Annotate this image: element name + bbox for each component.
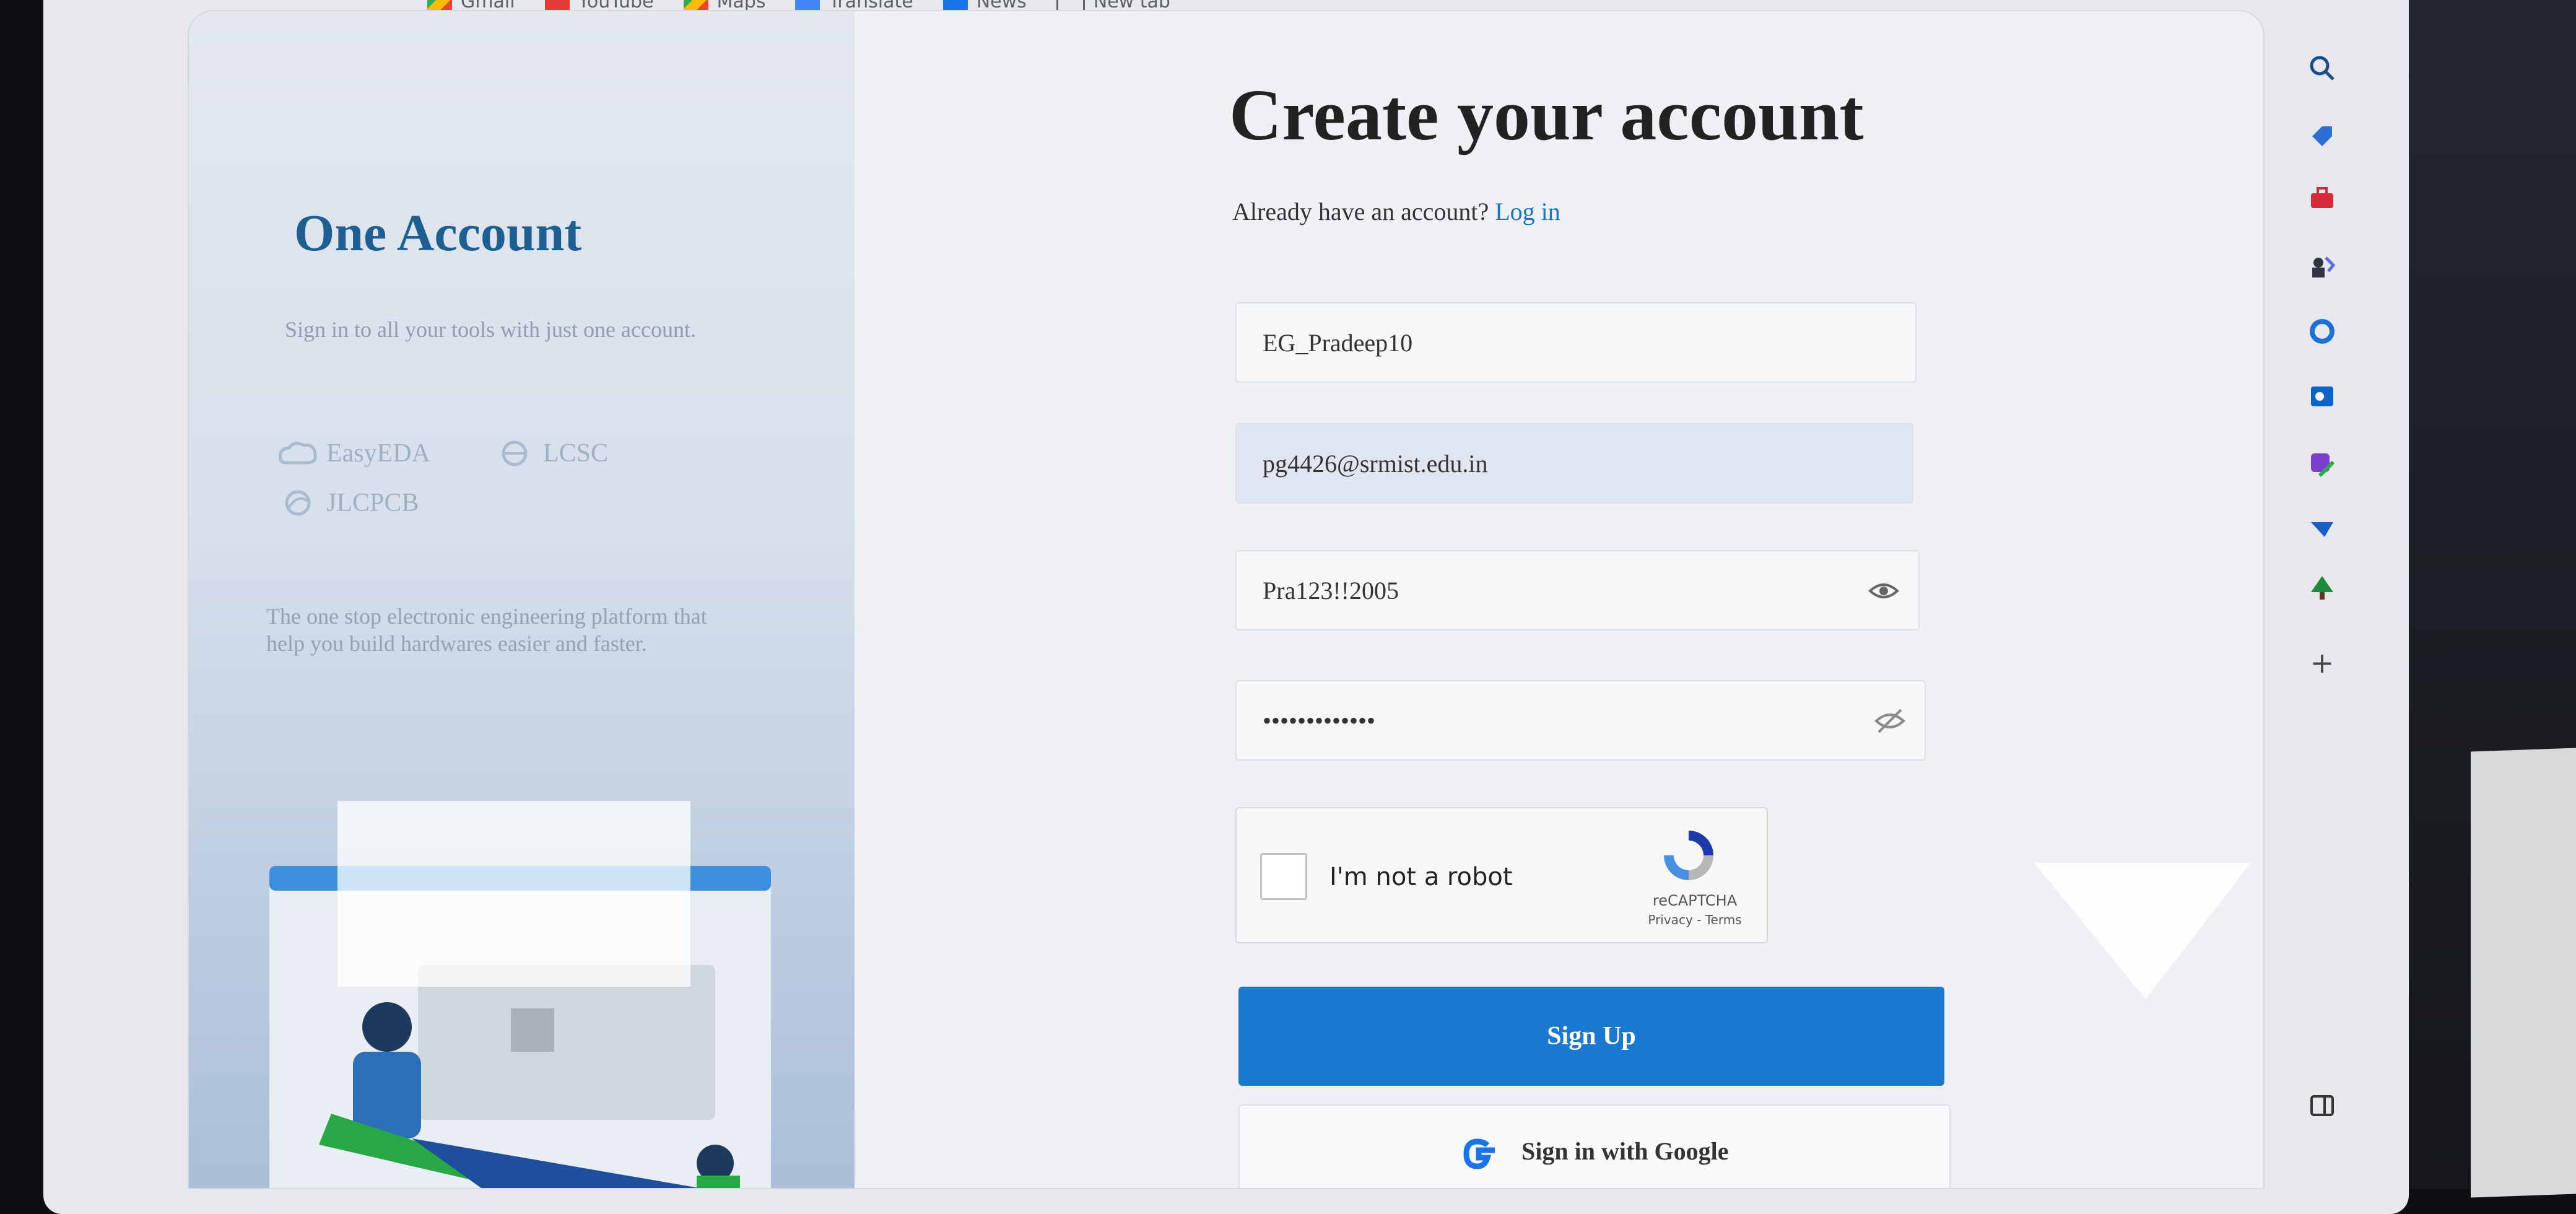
google-signin-label: Sign in with Google [1521, 1137, 1729, 1165]
bookmark-label: News [976, 0, 1027, 12]
google-icon [1463, 1138, 1495, 1169]
tool-label: LCSC [543, 439, 609, 468]
tool-jlcpcb: JLCPCB [276, 488, 419, 518]
bookmark-label: YouTube [578, 0, 654, 12]
email-value: pg4426@srmist.edu.in [1263, 449, 1488, 478]
bookmark-label: New tab [1093, 0, 1170, 12]
login-prompt-text: Already have an account? [1232, 198, 1489, 225]
maps-icon [683, 0, 708, 12]
email-field[interactable]: pg4426@srmist.edu.in [1235, 423, 1913, 504]
send-icon[interactable] [2304, 511, 2341, 548]
tool-label: EasyEDA [326, 439, 430, 468]
recaptcha-icon [1664, 831, 1713, 880]
password-value: Pra123!!2005 [1263, 576, 1399, 605]
eye-off-icon[interactable] [1874, 705, 1906, 737]
jlcpcb-icon [285, 490, 311, 516]
news-icon [942, 0, 968, 12]
screen-glare [2034, 863, 2251, 999]
confirm-password-value: ••••••••••••• [1263, 706, 1376, 735]
bookmark-news[interactable]: News [942, 0, 1027, 12]
brand-subtitle: Sign in to all your tools with just one … [285, 317, 696, 342]
page-title: Create your account [1229, 74, 1864, 155]
recaptcha-label: I'm not a robot [1329, 863, 1513, 891]
signup-page: One Account Sign in to all your tools wi… [189, 11, 2263, 1188]
confirm-password-field[interactable]: ••••••••••••• [1235, 680, 1926, 761]
bookmark-label: Maps [716, 0, 766, 12]
recaptcha-checkbox[interactable] [1260, 853, 1307, 900]
screen-glare [337, 801, 690, 987]
login-prompt: Already have an account? Log in [1232, 197, 1560, 226]
brand-panel: One Account Sign in to all your tools wi… [189, 11, 855, 1188]
add-icon[interactable]: + [2304, 644, 2341, 681]
copilot-icon[interactable] [2304, 313, 2341, 350]
chess-icon[interactable] [2304, 248, 2341, 285]
google-signin-button[interactable]: Sign in with Google [1238, 1104, 1951, 1188]
gmail-icon [427, 0, 452, 12]
browser-window: Gmail YouTube Maps Translate News New ta… [43, 0, 2409, 1214]
eye-icon[interactable] [1868, 575, 1900, 607]
bookmark-maps[interactable]: Maps [683, 0, 766, 12]
translate-icon [795, 0, 820, 12]
sign-up-button[interactable]: Sign Up [1238, 987, 1944, 1086]
search-icon[interactable] [2304, 50, 2341, 87]
login-link[interactable]: Log in [1495, 198, 1560, 225]
lcsc-icon [502, 440, 528, 466]
bookmark-translate[interactable]: Translate [795, 0, 913, 12]
recaptcha-links[interactable]: Privacy - Terms [1642, 912, 1747, 927]
tool-lcsc: LCSC [492, 439, 608, 468]
browser-sidebar: + [2285, 0, 2434, 1171]
recaptcha-brand: reCAPTCHA [1652, 892, 1738, 909]
outlook-icon[interactable] [2304, 378, 2341, 415]
recaptcha-widget: I'm not a robot reCAPTCHA Privacy - Term… [1235, 807, 1768, 943]
toolbox-icon[interactable] [2304, 180, 2341, 217]
youtube-icon [544, 0, 570, 12]
tool-label: JLCPCB [326, 489, 419, 517]
brand-title: One Account [294, 204, 582, 262]
tool-easyeda: EasyEDA [276, 439, 430, 468]
bookmark-youtube[interactable]: YouTube [544, 0, 654, 12]
easyeda-icon [278, 442, 317, 465]
username-field[interactable]: EG_Pradeep10 [1235, 302, 1917, 383]
bookmark-label: Translate [829, 0, 913, 12]
bookmark-label: Gmail [461, 0, 515, 12]
paper-sheet [2471, 747, 2576, 1198]
panel-icon[interactable] [2304, 1087, 2341, 1124]
tag-icon[interactable] [2304, 118, 2341, 155]
brand-tagline: The one stop electronic engineering plat… [266, 604, 707, 656]
bookmark-gmail[interactable]: Gmail [427, 0, 515, 12]
password-field[interactable]: Pra123!!2005 [1235, 550, 1920, 631]
designer-icon[interactable] [2304, 446, 2341, 483]
username-value: EG_Pradeep10 [1263, 328, 1413, 357]
tree-icon[interactable] [2304, 570, 2341, 607]
